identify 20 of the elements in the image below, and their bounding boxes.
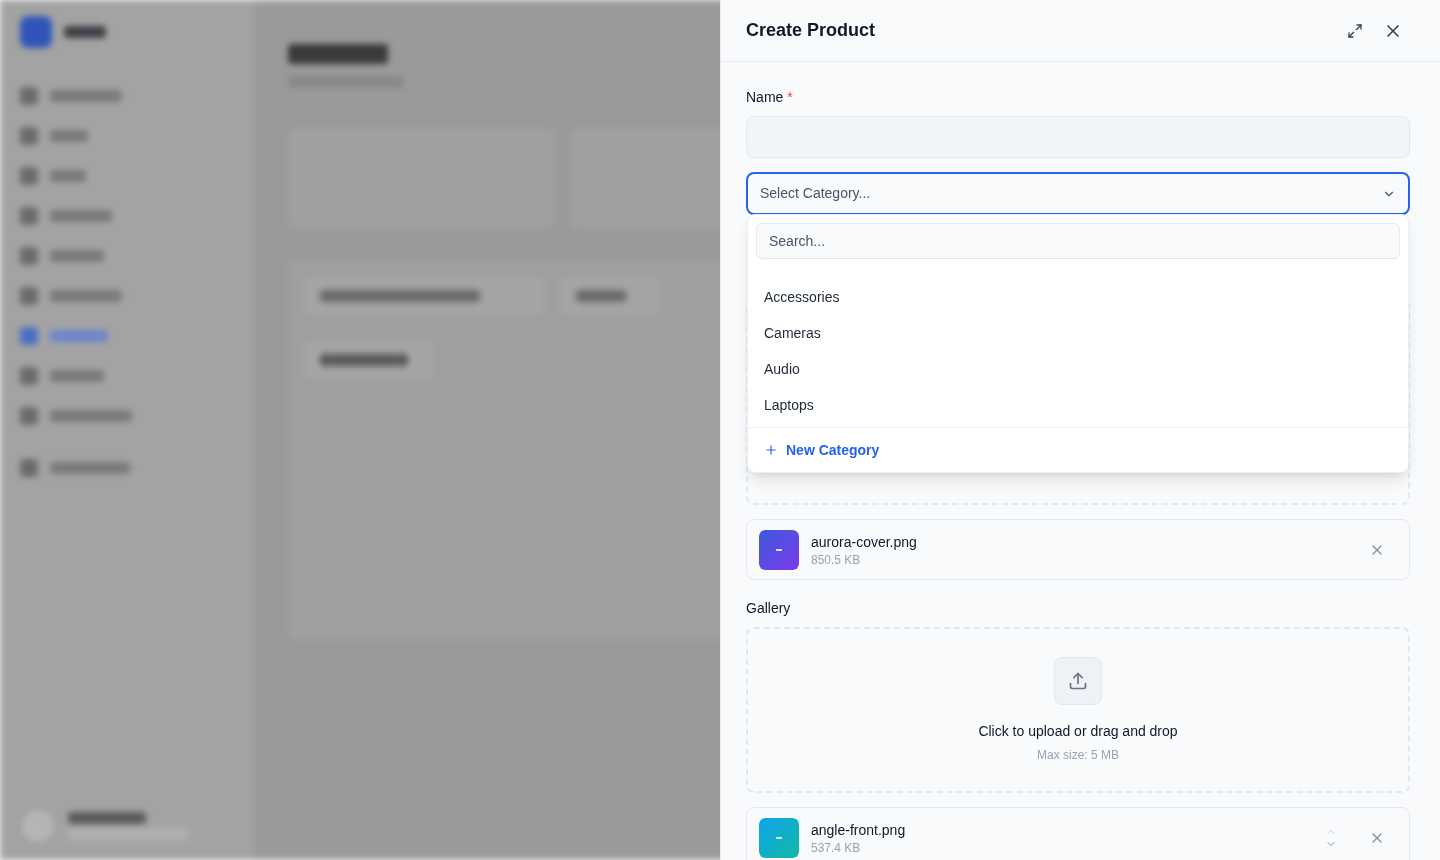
dropdown-option[interactable]: Accessories — [748, 279, 1408, 315]
upload-text: Click to upload or drag and drop — [978, 721, 1178, 741]
new-category-button[interactable]: New Category — [748, 428, 896, 472]
expand-icon — [1347, 22, 1363, 39]
file-size: 537.4 KB — [811, 839, 862, 856]
dropdown-option[interactable]: Laptops — [748, 387, 1408, 423]
drawer-title: Create Product — [746, 19, 877, 42]
required-mark: * — [787, 88, 793, 107]
dropdown-option[interactable]: Audio — [748, 351, 1408, 387]
search-input[interactable]: Search... — [756, 223, 1400, 259]
file-name: angle-front.png — [811, 820, 907, 840]
dropdown-option[interactable]: Cameras — [748, 315, 1408, 351]
upload-limit: Max size: 5 MB — [1037, 746, 1119, 764]
field-label: Gallery — [746, 599, 792, 618]
file-name: aurora-cover.png — [811, 532, 918, 552]
file-size: 850.5 KB — [811, 551, 862, 568]
field-label: Name — [746, 88, 784, 107]
plus-icon — [764, 443, 778, 457]
upload-dropzone[interactable]: Click to upload or drag and drop Max size: 5 MB — [746, 627, 1410, 793]
upload-icon — [1054, 656, 1102, 705]
